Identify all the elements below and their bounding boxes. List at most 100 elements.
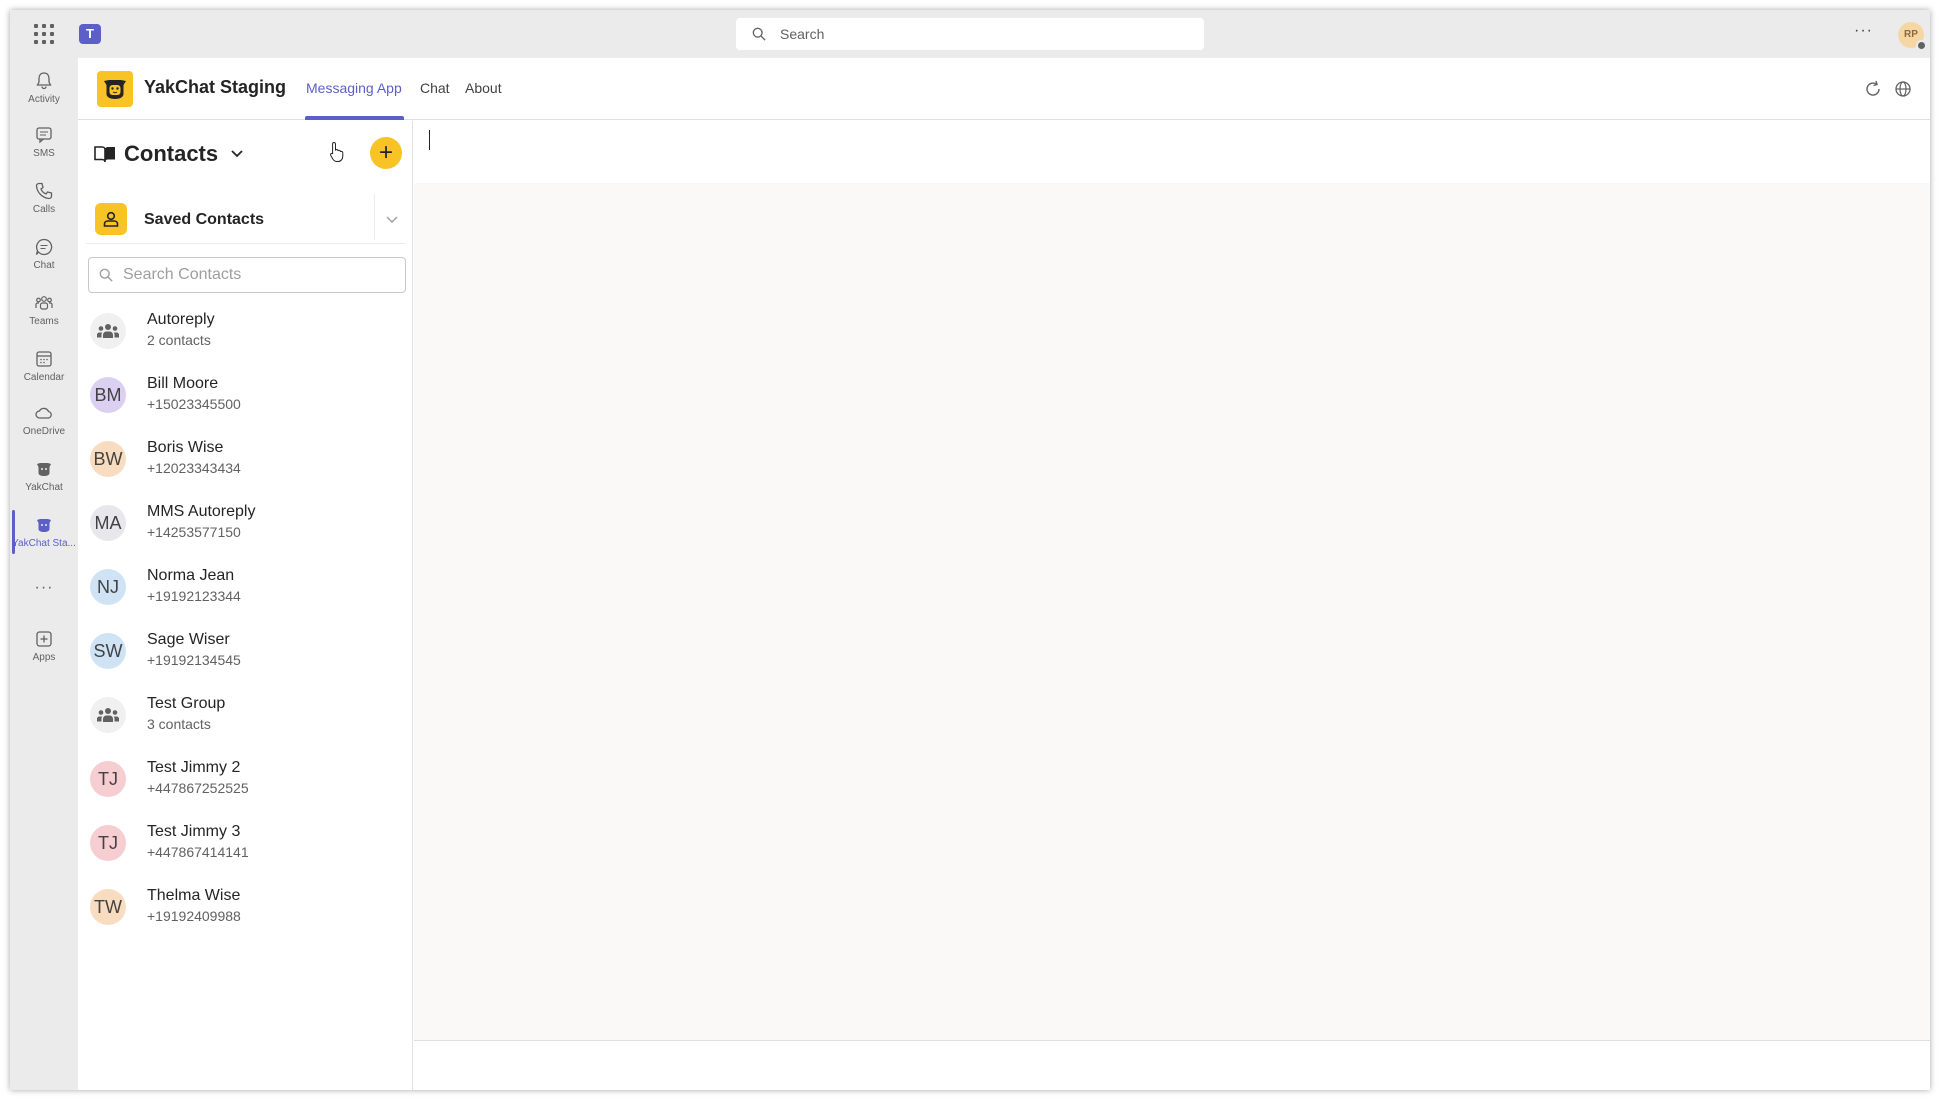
app-content: YakChat Staging Messaging App Chat About… [78, 58, 1930, 1090]
search-icon [752, 27, 766, 41]
contact-list-item[interactable]: NJ Norma Jean +19192123344 [78, 555, 413, 619]
rail-item-sms[interactable]: SMS [10, 116, 78, 168]
rail-item-label: YakChat Sta... [12, 538, 76, 549]
rail-item-apps[interactable]: Apps [10, 620, 78, 672]
contact-name: Sage Wiser [147, 631, 230, 648]
global-search-input[interactable] [780, 26, 1180, 42]
rail-item-label: OneDrive [22, 426, 66, 437]
divider [374, 194, 375, 240]
contact-search-box[interactable] [88, 257, 406, 293]
rail-item-label: Calendar [23, 372, 65, 383]
message-icon [36, 127, 52, 144]
contacts-header[interactable]: Contacts [94, 141, 244, 167]
refresh-icon[interactable] [1863, 79, 1883, 99]
contact-list-item[interactable]: BW Boris Wise +12023343434 [78, 427, 413, 491]
compose-bar[interactable] [414, 1040, 1930, 1090]
group-icon [97, 708, 119, 722]
group-avatar [90, 697, 126, 733]
contact-list-item[interactable]: Test Group 3 contacts [78, 683, 413, 747]
contact-list-item[interactable]: Autoreply 2 contacts [78, 299, 413, 363]
yak-icon [37, 463, 51, 476]
saved-contacts-label: Saved Contacts [144, 211, 265, 228]
contact-avatar: TJ [90, 825, 126, 861]
contact-phone: +15023345500 [147, 396, 241, 412]
tab-about[interactable]: About [465, 80, 502, 96]
more-icon: ··· [34, 579, 54, 596]
group-icon [97, 324, 119, 338]
active-tab-indicator [305, 116, 404, 120]
bell-icon [36, 72, 52, 90]
rail-item-label: Calls [32, 204, 56, 215]
contact-list-item[interactable]: TJ Test Jimmy 2 +447867252525 [78, 747, 413, 811]
contact-phone: +19192409988 [147, 908, 241, 924]
app-header: YakChat Staging Messaging App Chat About [78, 58, 1930, 120]
contact-name: Bill Moore [147, 375, 219, 392]
contact-list-item[interactable]: MA MMS Autoreply +14253577150 [78, 491, 413, 555]
app-launcher-icon[interactable] [34, 24, 54, 44]
rail-item-activity[interactable]: Activity [10, 62, 78, 114]
contact-name: Norma Jean [147, 567, 235, 584]
user-avatar[interactable]: RP [1898, 22, 1927, 51]
contact-avatar: BM [90, 377, 126, 413]
contact-phone: +447867414141 [147, 844, 249, 860]
contact-list-item[interactable]: TW Thelma Wise +19192409988 [78, 875, 413, 939]
search-icon [99, 268, 113, 282]
calendar-icon [36, 351, 52, 367]
global-search[interactable] [736, 18, 1204, 50]
contact-name: Thelma Wise [147, 887, 241, 904]
rail-item-label: Apps [32, 652, 56, 663]
tab-chat[interactable]: Chat [420, 80, 450, 96]
group-member-count: 3 contacts [147, 716, 211, 732]
rail-item-yakchat[interactable]: YakChat [10, 450, 78, 502]
rail-item-teams[interactable]: Teams [10, 284, 78, 336]
contact-list-item[interactable]: BM Bill Moore +15023345500 [78, 363, 413, 427]
rail-item-chat[interactable]: Chat [10, 228, 78, 280]
group-avatar [90, 313, 126, 349]
teams-logo-icon: T [79, 24, 101, 44]
contact-list-item[interactable]: SW Sage Wiser +19192134545 [78, 619, 413, 683]
contact-avatar: SW [90, 633, 126, 669]
contact-phone: +12023343434 [147, 460, 241, 476]
contact-avatar: TJ [90, 761, 126, 797]
rail-item-calendar[interactable]: Calendar [10, 340, 78, 392]
rail-item-label: Activity [28, 94, 60, 105]
more-options-icon[interactable]: ··· [1854, 22, 1873, 40]
presence-status-icon [1916, 40, 1927, 51]
contact-avatar: BW [90, 441, 126, 477]
contact-search-input[interactable] [123, 266, 393, 284]
yak-icon [37, 519, 51, 532]
contact-phone: +19192123344 [147, 588, 241, 604]
rail-item-onedrive[interactable]: OneDrive [10, 394, 78, 446]
add-contact-button[interactable]: + [370, 137, 402, 169]
chevron-down-icon[interactable] [384, 211, 400, 227]
globe-icon[interactable] [1893, 79, 1913, 99]
text-caret [429, 130, 430, 150]
add-app-icon [36, 631, 52, 647]
teams-window: T ··· RP Activity SMS Calls Chat [10, 10, 1930, 1090]
recipient-input-area[interactable] [414, 121, 1930, 183]
rail-item-label: YakChat [25, 482, 63, 493]
teams-icon [35, 296, 53, 310]
contact-name: Autoreply [147, 311, 215, 328]
rail-item-calls[interactable]: Calls [10, 172, 78, 224]
tab-messaging-app[interactable]: Messaging App [306, 80, 402, 96]
contact-avatar: NJ [90, 569, 126, 605]
phone-icon [35, 182, 53, 200]
contact-phone: +447867252525 [147, 780, 249, 796]
contact-list-item[interactable]: TJ Test Jimmy 3 +447867414141 [78, 811, 413, 875]
rail-more-apps[interactable]: ··· [10, 568, 78, 608]
cloud-icon [35, 407, 52, 419]
top-bar: T ··· RP [10, 10, 1930, 58]
chat-icon [35, 238, 53, 256]
saved-contacts-selector[interactable]: Saved Contacts [86, 194, 406, 244]
contact-avatar: TW [90, 889, 126, 925]
contact-avatar: MA [90, 505, 126, 541]
contacts-title: Contacts [124, 141, 219, 166]
chevron-down-icon [231, 150, 243, 158]
contact-list: Autoreply 2 contacts BM Bill Moore +15023345… [78, 299, 413, 939]
hand-cursor-icon [330, 141, 344, 162]
rail-item-label: Teams [29, 316, 59, 327]
user-avatar-initials: RP [1904, 29, 1918, 40]
rail-item-yakchat-staging[interactable]: YakChat Sta... [10, 506, 78, 558]
contact-name: Test Group [147, 695, 226, 712]
